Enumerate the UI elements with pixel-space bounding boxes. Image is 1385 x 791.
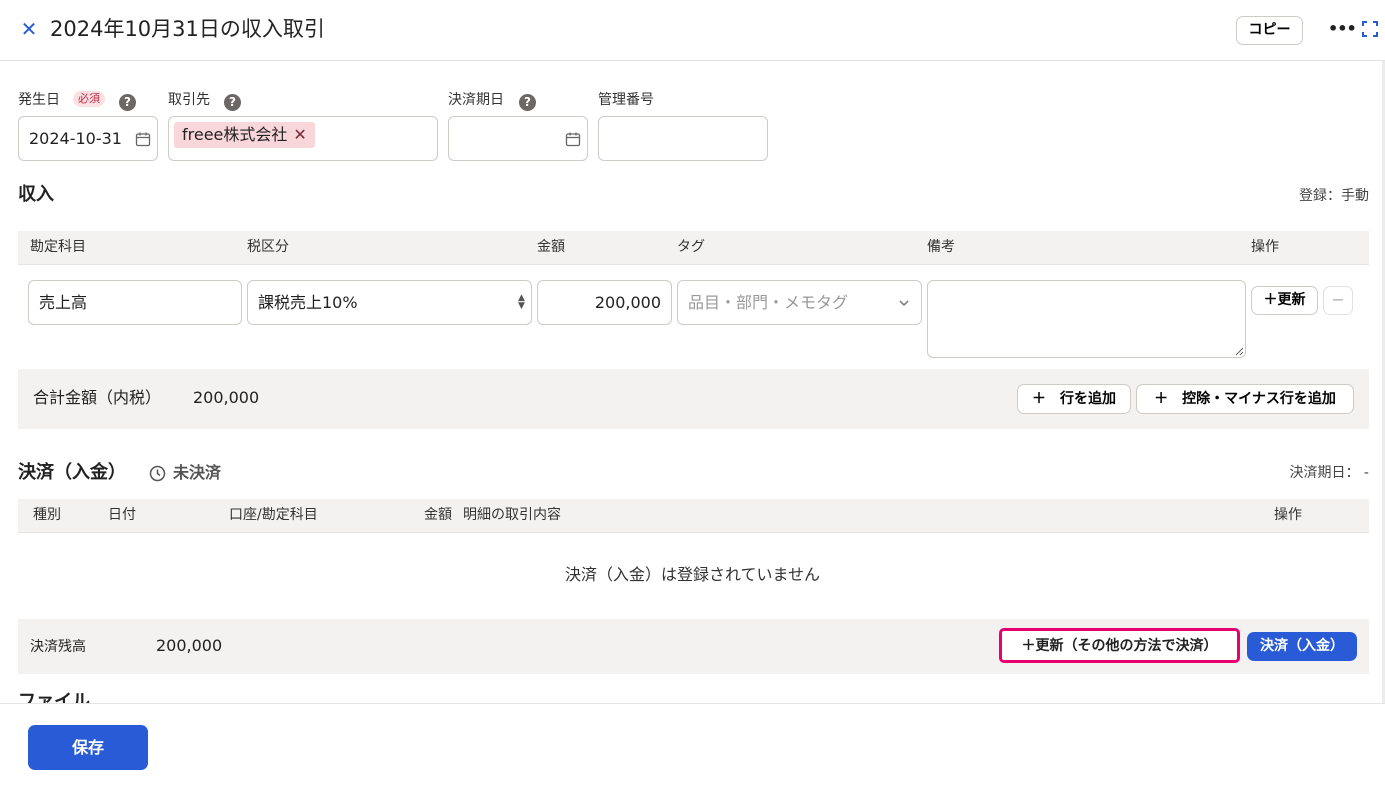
account-input[interactable]: 売上高 — [28, 280, 242, 325]
partner-chip-label: freee株式会社 — [182, 125, 288, 144]
issue-date-label: 発生日 — [18, 92, 60, 108]
column-header: 操作 — [1251, 239, 1279, 255]
calendar-icon[interactable] — [565, 131, 581, 147]
due-date-note: 決済期日： - — [1289, 465, 1369, 481]
registration-note: 登録：手動 — [1299, 188, 1369, 204]
remove-row-button[interactable]: − — [1323, 286, 1353, 315]
save-button[interactable]: 保存 — [28, 725, 148, 770]
help-icon[interactable]: ? — [224, 94, 241, 111]
partner-chip: freee株式会社 ✕ — [174, 122, 315, 148]
copy-button[interactable]: コピー — [1236, 16, 1303, 45]
column-header: 税区分 — [247, 239, 289, 255]
resize-handle-icon[interactable] — [1235, 347, 1244, 356]
add-deduction-row-button[interactable]: ＋ 控除・マイナス行を追加 — [1136, 384, 1354, 414]
modal-header: ✕ 2024年10月31日の収入取引 コピー ••• — [0, 0, 1385, 61]
column-header: 種別 — [33, 507, 61, 523]
tag-placeholder: 品目・部門・メモタグ — [688, 293, 849, 312]
partner-label: 取引先 — [168, 92, 210, 108]
footer-bar: 保存 — [0, 703, 1385, 791]
settlement-section-title: 決済（入金） — [18, 462, 126, 483]
issue-date-field[interactable]: 2024-10-31 — [18, 116, 158, 161]
column-header: 口座/勘定科目 — [229, 507, 318, 523]
file-section-title: ファイル — [18, 691, 90, 704]
expand-icon[interactable] — [1361, 20, 1379, 38]
page-title: 2024年10月31日の収入取引 — [50, 17, 325, 41]
chevron-down-icon — [899, 300, 909, 307]
total-value: 200,000 — [193, 388, 260, 407]
update-other-method-label: ＋更新（その他の方法で決済） — [1021, 638, 1218, 654]
add-row-button[interactable]: ＋ 行を追加 — [1017, 384, 1131, 414]
column-header: 日付 — [108, 507, 136, 523]
total-label: 合計金額（内税） — [33, 388, 162, 407]
settlement-status: 未決済 — [173, 463, 222, 482]
required-badge: 必須 — [73, 91, 105, 107]
due-date-label: 決済期日 — [448, 92, 504, 108]
column-header: 操作 — [1274, 507, 1302, 523]
tax-category-select[interactable]: 課税売上10% ▲ ▼ — [247, 280, 532, 325]
calendar-icon[interactable] — [135, 131, 151, 147]
tag-select[interactable]: 品目・部門・メモタグ — [677, 280, 922, 325]
column-header: 明細の取引内容 — [463, 507, 561, 523]
due-date-field[interactable] — [448, 116, 588, 161]
ref-number-field[interactable] — [598, 116, 768, 161]
update-other-method-button[interactable]: ＋更新（その他の方法で決済） — [999, 628, 1240, 663]
tax-category-value: 課税売上10% — [258, 293, 358, 312]
more-options-icon[interactable]: ••• — [1328, 18, 1357, 40]
close-icon[interactable]: ✕ — [18, 18, 40, 40]
balance-label: 決済残高 — [30, 639, 86, 655]
help-icon[interactable]: ? — [119, 94, 136, 111]
chip-remove-icon[interactable]: ✕ — [293, 122, 306, 148]
column-header: 金額 — [424, 507, 452, 523]
memo-textarea[interactable] — [927, 280, 1246, 358]
account-value: 売上高 — [39, 293, 88, 312]
balance-value: 200,000 — [156, 636, 223, 655]
amount-value: 200,000 — [594, 293, 661, 312]
settle-payment-button[interactable]: 決済（入金） — [1247, 632, 1357, 661]
settlement-table-header: 種別 日付 口座/勘定科目 金額 明細の取引内容 操作 — [18, 499, 1369, 533]
column-header: 備考 — [927, 239, 955, 255]
income-section-title: 収入 — [18, 184, 54, 205]
ref-number-label: 管理番号 — [598, 92, 654, 108]
column-header: 勘定科目 — [30, 239, 86, 255]
column-header: タグ — [677, 239, 705, 255]
empty-settlement-message: 決済（入金）は登録されていません — [564, 565, 821, 584]
amount-input[interactable]: 200,000 — [537, 280, 672, 325]
help-icon[interactable]: ? — [519, 94, 536, 111]
column-header: 金額 — [537, 239, 565, 255]
clock-icon — [149, 465, 166, 482]
select-arrow-icon: ▼ — [518, 301, 525, 311]
issue-date-value: 2024-10-31 — [29, 129, 122, 148]
income-table-header: 勘定科目 税区分 金額 タグ 備考 操作 — [18, 231, 1369, 265]
row-update-button[interactable]: ＋更新 — [1251, 286, 1318, 315]
